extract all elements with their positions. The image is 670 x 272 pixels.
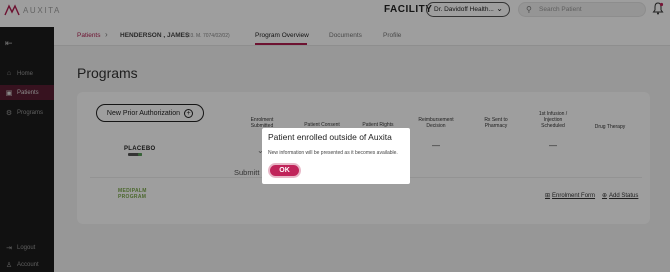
dialog-message: New information will be presented as it … — [268, 150, 398, 156]
ok-button[interactable]: OK — [268, 163, 301, 178]
dialog-title: Patient enrolled outside of Auxita — [268, 132, 392, 142]
enrolled-outside-dialog: Patient enrolled outside of Auxita New i… — [262, 128, 410, 184]
